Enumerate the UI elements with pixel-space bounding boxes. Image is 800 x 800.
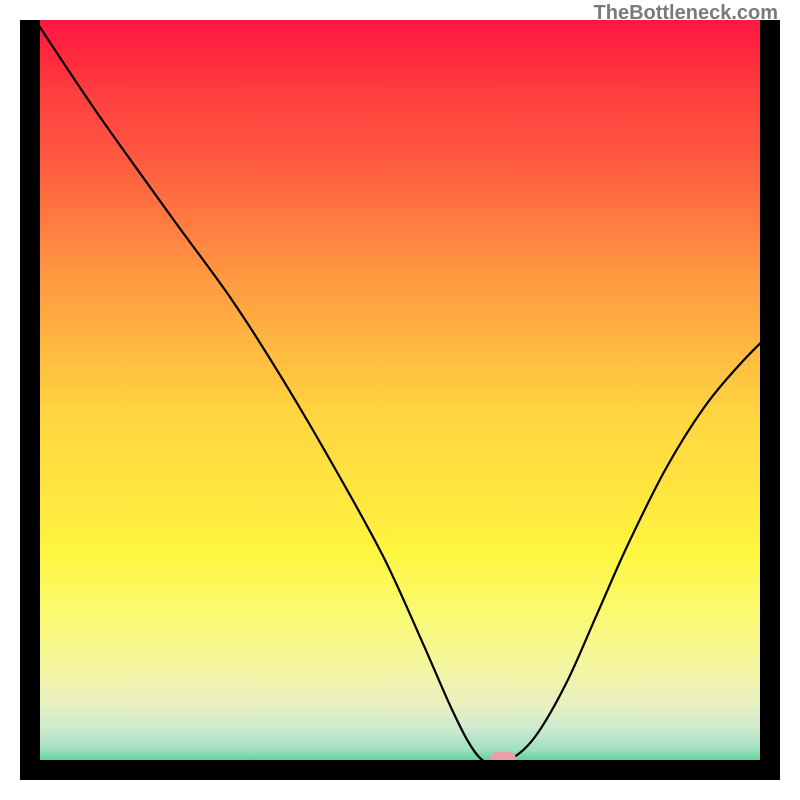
watermark-text: TheBottleneck.com	[594, 2, 778, 25]
frame-left	[20, 20, 40, 780]
frame-right	[760, 20, 780, 780]
frame-bottom	[20, 760, 780, 780]
chart-frame	[20, 20, 780, 780]
chart-container: TheBottleneck.com	[0, 0, 800, 800]
